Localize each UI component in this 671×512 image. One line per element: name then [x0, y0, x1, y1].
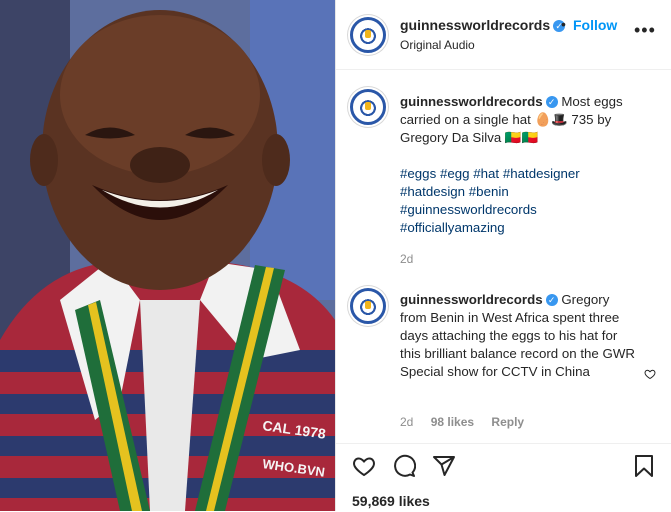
- hashtag-link[interactable]: #egg: [440, 166, 470, 181]
- comment-like-icon[interactable]: [644, 368, 656, 380]
- comment-avatar[interactable]: [350, 288, 386, 324]
- share-icon[interactable]: [432, 454, 456, 478]
- hashtag-link[interactable]: #hatdesign: [400, 184, 465, 199]
- more-options-icon[interactable]: •••: [634, 20, 656, 41]
- hashtag-link[interactable]: #officiallyamazing: [400, 220, 505, 235]
- save-icon[interactable]: [632, 454, 656, 478]
- header-username-text[interactable]: guinnessworldrecords: [400, 17, 550, 33]
- caption: guinnessworldrecords ✓ Most eggs carried …: [400, 93, 636, 147]
- verified-icon: ✓: [545, 96, 558, 108]
- caption-avatar[interactable]: [350, 89, 386, 125]
- follow-button[interactable]: Follow: [573, 17, 617, 33]
- verified-icon: ✓: [545, 294, 558, 306]
- post-photo: CAL 1978 WHO.BVN: [0, 0, 335, 511]
- post-header: guinnessworldrecords ✓ • Follow Original …: [336, 0, 671, 70]
- hashtag-link[interactable]: #guinnessworldrecords: [400, 202, 537, 217]
- hashtag-link[interactable]: #eggs: [400, 166, 436, 181]
- post-media[interactable]: CAL 1978 WHO.BVN: [0, 0, 335, 511]
- avatar[interactable]: [350, 17, 386, 53]
- comment-icon[interactable]: [392, 454, 416, 478]
- audio-link[interactable]: Original Audio: [400, 38, 475, 52]
- post-actions: 59,869 likes: [336, 443, 671, 512]
- hashtag-link[interactable]: #benin: [469, 184, 509, 199]
- comments-section: guinnessworldrecords ✓ Most eggs carried …: [336, 70, 671, 443]
- header-separator: •: [561, 16, 566, 32]
- hashtag-link[interactable]: #hat: [473, 166, 499, 181]
- reply-button[interactable]: Reply: [491, 415, 524, 429]
- likes-count[interactable]: 59,869 likes: [352, 493, 430, 509]
- comment: guinnessworldrecords ✓ Gregory from Benin…: [400, 291, 636, 381]
- caption-username[interactable]: guinnessworldrecords: [400, 94, 543, 109]
- comment-time[interactable]: 2d: [400, 415, 413, 429]
- caption-meta: 2d: [400, 252, 427, 266]
- comment-username[interactable]: guinnessworldrecords: [400, 292, 543, 307]
- comment-meta: 2d 98 likes Reply: [400, 415, 538, 429]
- like-icon[interactable]: [352, 454, 376, 478]
- caption-time[interactable]: 2d: [400, 252, 413, 266]
- caption-hashtags: #eggs #egg #hat #hatdesigner #hatdesign …: [400, 165, 640, 237]
- comment-likes[interactable]: 98 likes: [431, 415, 474, 429]
- header-username[interactable]: guinnessworldrecords ✓: [400, 17, 566, 33]
- hashtag-link[interactable]: #hatdesigner: [503, 166, 580, 181]
- post-panel: guinnessworldrecords ✓ • Follow Original …: [336, 0, 671, 511]
